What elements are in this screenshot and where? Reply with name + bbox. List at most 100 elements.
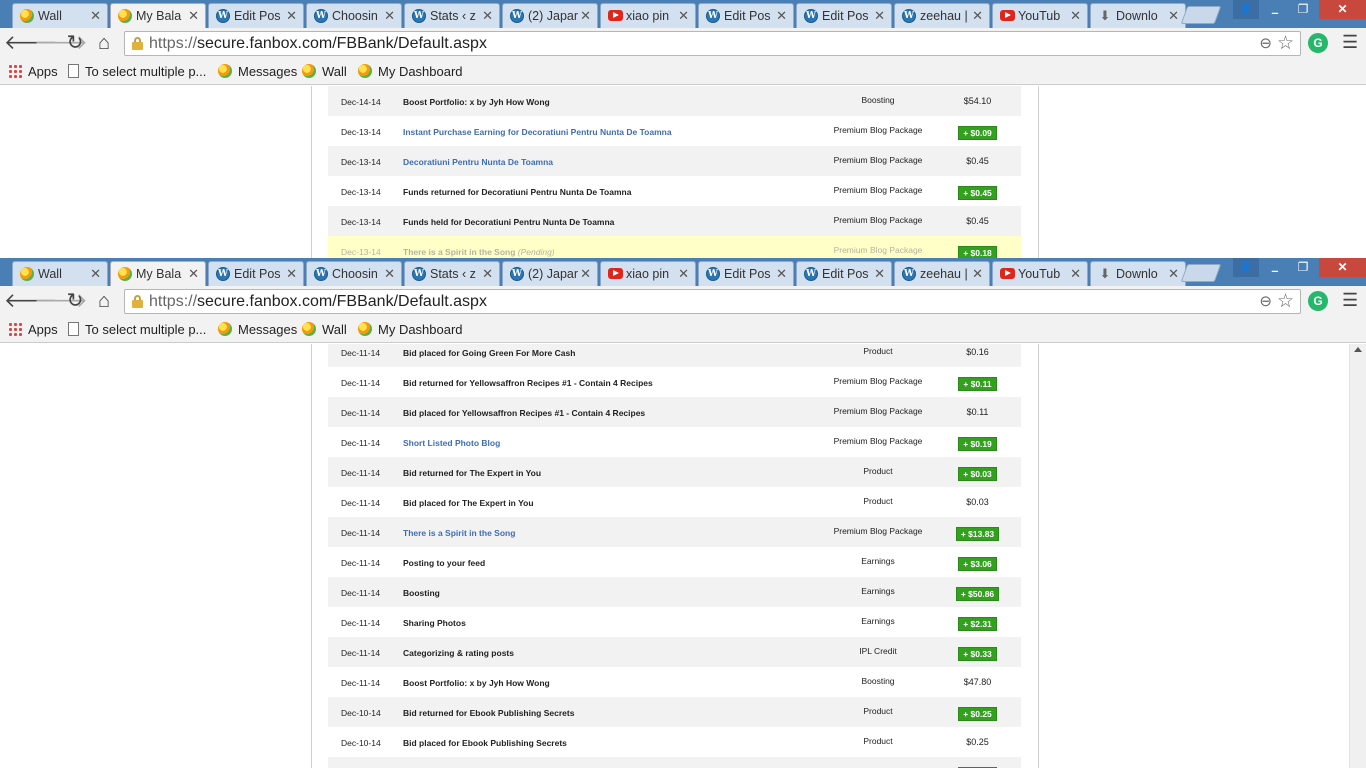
tab-10[interactable]: Wzeehau | ✕ xyxy=(894,261,990,286)
bookmark-1[interactable]: Apps xyxy=(8,321,58,339)
close-icon[interactable]: ✕ xyxy=(678,8,689,24)
close-icon[interactable]: ✕ xyxy=(482,8,493,24)
tab-7[interactable]: xiao pin ✕ xyxy=(600,3,696,28)
menu-icon[interactable]: ☰ xyxy=(1342,290,1358,311)
close-window-button[interactable]: ✕ xyxy=(1319,258,1366,277)
minimize-button[interactable]: ▁ xyxy=(1262,0,1288,19)
bookmark-5[interactable]: My Dashboard xyxy=(358,63,463,81)
maximize-button[interactable]: ❐ xyxy=(1290,0,1316,19)
user-icon[interactable]: 👤 xyxy=(1233,0,1259,19)
address-bar[interactable]: https://secure.fanbox.com/FBBank/Default… xyxy=(124,31,1301,56)
bookmark-4[interactable]: Wall xyxy=(302,63,347,81)
close-icon[interactable]: ✕ xyxy=(1070,266,1081,282)
zoom-icon[interactable]: ⊖ xyxy=(1259,34,1272,52)
transaction-description: Bid returned for Ebook Publishing Secret… xyxy=(403,708,574,718)
tab-12[interactable]: ⬇ Downlo ✕ xyxy=(1090,3,1186,28)
close-icon[interactable]: ✕ xyxy=(286,8,297,24)
grammarly-extension-icon[interactable]: G xyxy=(1308,291,1328,311)
close-icon[interactable]: ✕ xyxy=(972,266,983,282)
bookmark-5[interactable]: My Dashboard xyxy=(358,321,463,339)
page-scrollbar[interactable] xyxy=(1349,344,1366,768)
close-icon[interactable]: ✕ xyxy=(776,266,787,282)
close-icon[interactable]: ✕ xyxy=(1070,8,1081,24)
tab-7[interactable]: xiao pin ✕ xyxy=(600,261,696,286)
bookmark-3[interactable]: Messages xyxy=(218,63,297,81)
back-icon[interactable]: 🡐 xyxy=(4,32,58,54)
forward-icon[interactable]: 🡒 xyxy=(34,290,88,312)
tab-1[interactable]: Wall ✕ xyxy=(12,3,108,28)
zoom-icon[interactable]: ⊖ xyxy=(1259,292,1272,310)
reload-icon[interactable]: ↻ xyxy=(63,32,87,54)
close-icon[interactable]: ✕ xyxy=(384,8,395,24)
home-icon[interactable]: ⌂ xyxy=(92,32,116,54)
wordpress-icon: W xyxy=(412,9,426,23)
close-icon[interactable]: ✕ xyxy=(90,8,101,24)
grammarly-extension-icon[interactable]: G xyxy=(1308,33,1328,53)
tab-6[interactable]: W (2) Japar ✕ xyxy=(502,261,598,286)
close-icon[interactable]: ✕ xyxy=(874,266,885,282)
tab-4[interactable]: W Choosin ✕ xyxy=(306,261,402,286)
close-icon[interactable]: ✕ xyxy=(776,8,787,24)
reload-icon[interactable]: ↻ xyxy=(63,290,87,312)
back-icon[interactable]: 🡐 xyxy=(4,290,58,312)
address-bar[interactable]: https://secure.fanbox.com/FBBank/Default… xyxy=(124,289,1301,314)
tab-3[interactable]: W Edit Pos ✕ xyxy=(208,3,304,28)
tab-5[interactable]: W Stats ‹ z ✕ xyxy=(404,3,500,28)
close-icon[interactable]: ✕ xyxy=(384,266,395,282)
tab-8[interactable]: W Edit Pos ✕ xyxy=(698,3,794,28)
home-icon[interactable]: ⌂ xyxy=(92,290,116,312)
close-icon[interactable]: ✕ xyxy=(188,8,199,24)
transaction-date: Dec-13-14 xyxy=(341,157,381,167)
bookmark-2[interactable]: To select multiple p... xyxy=(68,63,206,81)
bookmark-3[interactable]: Messages xyxy=(218,321,297,339)
close-icon[interactable]: ✕ xyxy=(1168,8,1179,24)
bookmark-1[interactable]: Apps xyxy=(8,63,58,81)
bookmark-star-icon[interactable]: ☆ xyxy=(1277,290,1294,313)
forward-icon[interactable]: 🡒 xyxy=(34,32,88,54)
close-window-button[interactable]: ✕ xyxy=(1319,0,1366,19)
minimize-button[interactable]: ▁ xyxy=(1262,258,1288,277)
tab-12[interactable]: ⬇ Downlo ✕ xyxy=(1090,261,1186,286)
credit-badge: + $0.18 xyxy=(958,246,997,258)
bookmark-2[interactable]: To select multiple p... xyxy=(68,321,206,339)
tab-4[interactable]: W Choosin ✕ xyxy=(306,3,402,28)
tab-10[interactable]: Wzeehau | ✕ xyxy=(894,3,990,28)
tab-3[interactable]: W Edit Pos ✕ xyxy=(208,261,304,286)
bookmark-star-icon[interactable]: ☆ xyxy=(1277,32,1294,55)
credit-badge: + $0.11 xyxy=(958,377,997,391)
menu-icon[interactable]: ☰ xyxy=(1342,32,1358,53)
tab-1[interactable]: Wall ✕ xyxy=(12,261,108,286)
tab-11[interactable]: YouTub ✕ xyxy=(992,3,1088,28)
table-row: Dec-11-14 There is a Spirit in the Song Pr… xyxy=(328,517,1021,547)
transaction-link[interactable]: Short Listed Photo Blog xyxy=(403,438,500,448)
bookmark-4[interactable]: Wall xyxy=(302,321,347,339)
transaction-link[interactable]: There is a Spirit in the Song xyxy=(403,528,515,538)
close-icon[interactable]: ✕ xyxy=(874,8,885,24)
new-tab-button[interactable] xyxy=(1180,264,1222,282)
tab-8[interactable]: W Edit Pos ✕ xyxy=(698,261,794,286)
user-icon[interactable]: 👤 xyxy=(1233,258,1259,277)
close-icon[interactable]: ✕ xyxy=(580,266,591,282)
scroll-up-arrow[interactable] xyxy=(1354,347,1362,352)
close-icon[interactable]: ✕ xyxy=(580,8,591,24)
close-icon[interactable]: ✕ xyxy=(188,266,199,282)
tab-label: Wall xyxy=(38,9,62,23)
close-icon[interactable]: ✕ xyxy=(482,266,493,282)
tab-11[interactable]: YouTub ✕ xyxy=(992,261,1088,286)
close-icon[interactable]: ✕ xyxy=(286,266,297,282)
fanbox-icon xyxy=(218,64,232,78)
tab-9[interactable]: W Edit Pos ✕ xyxy=(796,3,892,28)
close-icon[interactable]: ✕ xyxy=(678,266,689,282)
tab-2[interactable]: My Bala ✕ xyxy=(110,261,206,286)
tab-5[interactable]: W Stats ‹ z ✕ xyxy=(404,261,500,286)
maximize-button[interactable]: ❐ xyxy=(1290,258,1316,277)
new-tab-button[interactable] xyxy=(1180,6,1222,24)
tab-2[interactable]: My Bala ✕ xyxy=(110,3,206,28)
tab-9[interactable]: W Edit Pos ✕ xyxy=(796,261,892,286)
transaction-link[interactable]: Instant Purchase Earning for Decoratiuni… xyxy=(403,127,672,137)
close-icon[interactable]: ✕ xyxy=(90,266,101,282)
close-icon[interactable]: ✕ xyxy=(1168,266,1179,282)
transaction-link[interactable]: Decoratiuni Pentru Nunta De Toamna xyxy=(403,157,553,167)
close-icon[interactable]: ✕ xyxy=(972,8,983,24)
tab-6[interactable]: W (2) Japar ✕ xyxy=(502,3,598,28)
